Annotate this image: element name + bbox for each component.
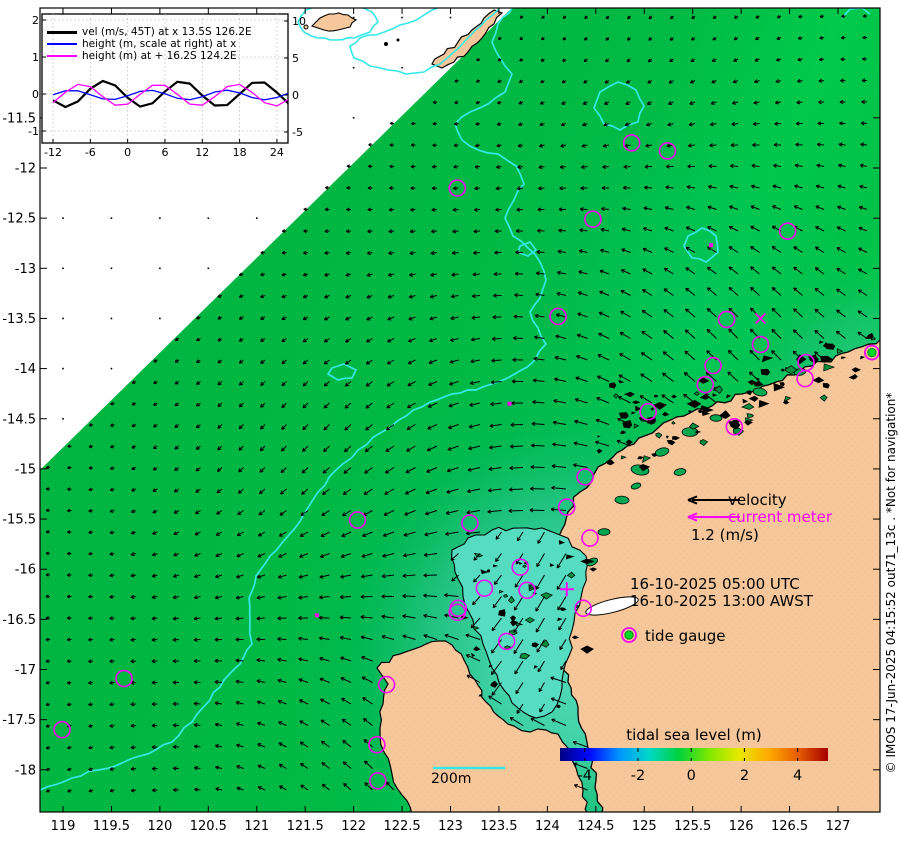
y-tick-label: -13 xyxy=(15,262,36,277)
colorbar-tick-label: -4 xyxy=(578,768,592,784)
inset-x-tick-label: 24 xyxy=(270,146,284,159)
x-tick-label: 123.5 xyxy=(480,819,517,834)
y-tick-label: -18 xyxy=(15,763,36,778)
legend-text: vel (m/s, 45T) at x 13.5S 126.2E xyxy=(82,26,252,38)
inset-x-tick-label: 18 xyxy=(233,146,247,159)
inset-yright-tick-label: 10 xyxy=(292,15,306,28)
x-tick-label: 124 xyxy=(535,819,560,834)
x-tick-label: 120.5 xyxy=(190,819,227,834)
y-tick-label: -12 xyxy=(15,162,36,177)
height-plus-line-swatch xyxy=(47,55,77,57)
x-tick-label: 125.5 xyxy=(674,819,711,834)
y-tick-label: -14 xyxy=(15,362,36,377)
inset-x-tick-label: -12 xyxy=(44,146,62,159)
x-tick-label: 125 xyxy=(632,819,657,834)
x-tick-label: 127 xyxy=(826,819,851,834)
timestamp-utc: 16-10-2025 05:00 UTC xyxy=(630,575,800,593)
inset-yright-tick-label: -5 xyxy=(292,126,303,139)
inset-x-tick-label: 6 xyxy=(161,146,168,159)
inset-yleft-tick-label: 0 xyxy=(32,88,39,101)
colorbar-title: tidal sea level (m) xyxy=(626,726,762,744)
x-tick-label: 126 xyxy=(729,819,754,834)
x-tick-label: 120 xyxy=(147,819,172,834)
y-tick-label: -12.5 xyxy=(2,212,36,227)
inset-yleft-tick-label: -1 xyxy=(28,125,39,138)
colorbar-tick-label: 2 xyxy=(740,768,749,784)
colorbar-tick-label: 0 xyxy=(687,768,696,784)
colorbar-tick-label: -2 xyxy=(631,768,645,784)
x-tick-label: 123 xyxy=(438,819,463,834)
x-tick-label: 119.5 xyxy=(93,819,130,834)
y-tick-label: -16 xyxy=(15,563,36,578)
x-tick-label: 124.5 xyxy=(577,819,614,834)
y-tick-label: -16.5 xyxy=(2,613,36,628)
y-tick-label: -17.5 xyxy=(2,713,36,728)
inset-yleft-tick-label: 1 xyxy=(32,51,39,64)
inset-x-tick-label: 12 xyxy=(195,146,209,159)
tidal-model-figure: 119 119.5 120 120.5 121 121.5 122 122.5 123 123.5… xyxy=(0,0,900,846)
inset-yright-tick-label: 0 xyxy=(292,89,299,102)
station-dot xyxy=(709,243,714,248)
legend-text: height (m, scale at right) at x xyxy=(82,38,237,50)
inset-x-tick-label: -6 xyxy=(85,146,96,159)
legend-row-velocity: vel (m/s, 45T) at x 13.5S 126.2E xyxy=(47,26,252,38)
imos-watermark: © IMOS 17-Jun-2025 04:15:52 out71_13c . … xyxy=(884,392,898,774)
scalebar-label: 200m xyxy=(431,771,472,787)
x-tick-label: 126.5 xyxy=(771,819,808,834)
x-tick-label: 122.5 xyxy=(383,819,420,834)
tide-gauge-dot xyxy=(624,630,634,640)
inset-yleft-tick-label: 2 xyxy=(32,14,39,27)
y-tick-label: -17 xyxy=(15,663,36,678)
x-tick-label: 121 xyxy=(244,819,269,834)
y-tick-label: -15 xyxy=(15,462,36,477)
y-tick-label: -15.5 xyxy=(2,513,36,528)
reference-speed-label: 1.2 (m/s) xyxy=(691,526,759,544)
x-tick-label: 119 xyxy=(51,819,76,834)
current-meter-legend-label: current meter xyxy=(728,508,832,526)
legend-row-height-x: height (m, scale at right) at x xyxy=(47,38,252,50)
x-tick-label: 121.5 xyxy=(287,819,324,834)
y-tick-label: -14.5 xyxy=(2,412,36,427)
map-canvas: 119 119.5 120 120.5 121 121.5 122 122.5 123 123.5… xyxy=(2,7,881,834)
tide-gauge-dot xyxy=(867,347,877,358)
velocity-legend-label: velocity xyxy=(728,491,787,509)
colorbar-tick-label: 4 xyxy=(793,768,802,784)
timestamp-awst: 16-10-2025 13:00 AWST xyxy=(630,592,813,610)
y-tick-label: -13.5 xyxy=(2,312,36,327)
inset-x-tick-label: 0 xyxy=(124,146,131,159)
tide-gauge-legend-label: tide gauge xyxy=(645,627,726,645)
station-dot xyxy=(507,401,512,406)
x-tick-label: 122 xyxy=(341,819,366,834)
legend-row-height-plus: height (m) at + 16.2S 124.2E xyxy=(47,50,252,62)
legend-text: height (m) at + 16.2S 124.2E xyxy=(82,50,237,62)
station-dot xyxy=(314,613,319,618)
velocity-line-swatch xyxy=(47,30,77,34)
inset-chart-legend: vel (m/s, 45T) at x 13.5S 126.2E height … xyxy=(47,26,252,62)
height-x-line-swatch xyxy=(47,43,77,45)
inset-yright-tick-label: 5 xyxy=(292,52,299,65)
